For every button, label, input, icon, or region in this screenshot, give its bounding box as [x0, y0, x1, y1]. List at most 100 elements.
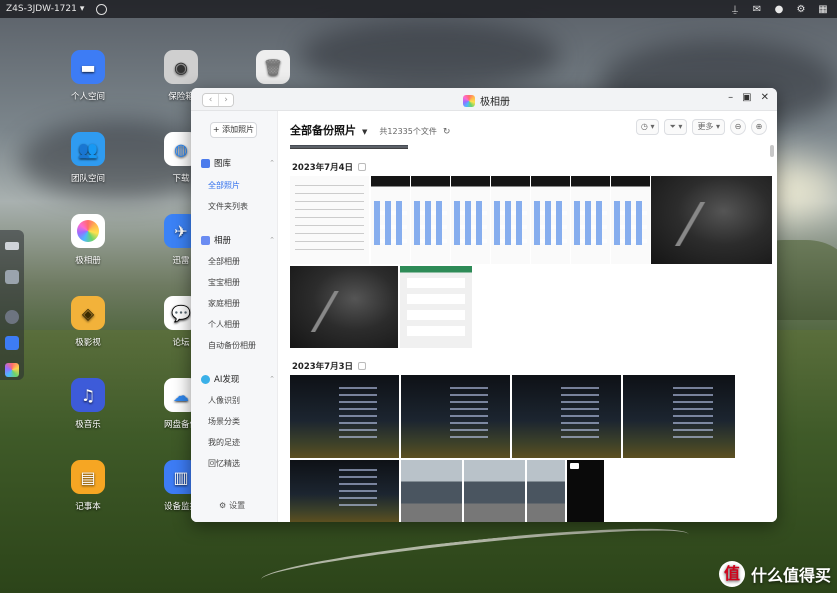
sidebar-item-folder-list[interactable]: 文件夹列表: [208, 201, 248, 212]
file-count: 共12335个文件: [379, 127, 437, 136]
notes-icon: ▤: [71, 460, 105, 494]
sidebar-item-memories[interactable]: 回忆精选: [208, 458, 240, 469]
team-folder-icon: 👥: [71, 132, 105, 166]
photo-thumbnail[interactable]: [411, 176, 450, 264]
sidebar-item-personal-album[interactable]: 个人相册: [208, 319, 240, 330]
photo-thumbnail[interactable]: [623, 375, 735, 458]
sidebar-section-label: 相册: [214, 236, 232, 246]
desktop-icon-label: 极相册: [75, 256, 101, 266]
trash-icon: 🗑: [256, 50, 290, 84]
folder-icon: ▬: [71, 50, 105, 84]
nav-buttons: ‹ ›: [202, 93, 234, 107]
desktop-icon-team-space[interactable]: 👥 团队空间: [58, 132, 118, 184]
filter-button[interactable]: ⏷ ▾: [664, 119, 688, 135]
sidebar-item-baby-album[interactable]: 宝宝相册: [208, 277, 240, 288]
apps-icon[interactable]: [5, 270, 19, 284]
desktop-icon-label: 记事本: [75, 502, 101, 512]
device-selector[interactable]: Z4S-3JDW-1721 ▾: [6, 4, 84, 14]
photo-thumbnail[interactable]: [290, 176, 369, 264]
video-icon: ◈: [71, 296, 105, 330]
sidebar-item-family-album[interactable]: 家庭相册: [208, 298, 240, 309]
back-icon[interactable]: ‹: [203, 94, 218, 106]
zoom-out-button[interactable]: ⊖: [730, 119, 746, 135]
sidebar-section-albums[interactable]: 相册 ⌃: [201, 234, 275, 246]
video-thumbnail[interactable]: [567, 460, 604, 522]
desktop-icon-trash[interactable]: 🗑: [243, 50, 303, 90]
folder-icon[interactable]: [5, 336, 19, 350]
photos-icon: [71, 214, 105, 248]
desktop-icon-personal-space[interactable]: ▬ 个人空间: [58, 50, 118, 102]
clock-icon: ◷ ▾: [640, 122, 655, 131]
photo-thumbnail[interactable]: [531, 176, 570, 264]
safe-icon: ◉: [164, 50, 198, 84]
photos-logo-icon: [463, 94, 475, 107]
photo-thumbnail[interactable]: [290, 375, 399, 458]
minimize-icon[interactable]: –: [728, 92, 733, 103]
left-dock: [0, 230, 24, 380]
photo-thumbnail[interactable]: [571, 176, 610, 264]
photo-thumbnail[interactable]: [527, 460, 565, 522]
scrollbar-thumb[interactable]: [770, 145, 774, 157]
desktop-icon-video[interactable]: ◈ 极影视: [58, 296, 118, 348]
smzdm-logo-icon: 值: [718, 561, 745, 587]
chevron-down-icon[interactable]: ▼: [362, 128, 367, 136]
zoom-in-icon: ⊕: [755, 122, 763, 131]
desktop-icon-music[interactable]: ♫ 极音乐: [58, 378, 118, 430]
drive-icon[interactable]: [5, 242, 19, 250]
add-photos-button[interactable]: + 添加照片: [210, 122, 257, 138]
photo-thumbnail[interactable]: [651, 176, 772, 264]
desktop-icon-notes[interactable]: ▤ 记事本: [58, 460, 118, 512]
photo-thumbnail[interactable]: [371, 176, 410, 264]
zoom-in-button[interactable]: ⊕: [751, 119, 767, 135]
select-group-checkbox[interactable]: [358, 362, 366, 370]
device-name: Z4S-3JDW-1721: [6, 4, 77, 14]
system-topbar: Z4S-3JDW-1721 ▾ ⍊ ✉ ● ⚙ ▦: [0, 0, 837, 18]
photo-thumbnail[interactable]: [290, 145, 408, 149]
chevron-up-icon: ⌃: [269, 159, 275, 167]
forward-icon[interactable]: ›: [218, 94, 233, 106]
more-button[interactable]: 更多 ▾: [692, 119, 725, 135]
settings-button[interactable]: ⚙ 设置: [219, 500, 245, 511]
pin-icon[interactable]: ⍊: [729, 4, 741, 15]
photo-thumbnail[interactable]: [290, 460, 399, 522]
sidebar-section-library[interactable]: 图库 ⌃: [201, 157, 275, 169]
photo-thumbnail[interactable]: [512, 375, 621, 458]
select-group-checkbox[interactable]: [358, 163, 366, 171]
gear-icon[interactable]: ⚙: [795, 4, 807, 15]
ai-icon: [201, 374, 210, 384]
refresh-icon[interactable]: ↻: [443, 127, 451, 137]
photo-thumbnail[interactable]: [451, 176, 490, 264]
mail-icon[interactable]: ✉: [751, 4, 763, 15]
sidebar-item-face-recognition[interactable]: 人像识别: [208, 395, 240, 406]
photo-thumbnail[interactable]: [401, 460, 462, 522]
sidebar-item-auto-backup-album[interactable]: 自动备份相册: [208, 340, 256, 351]
chevron-down-icon: ▾: [79, 4, 85, 14]
photo-thumbnail[interactable]: [290, 266, 398, 348]
date-group-label: 2023年7月3日: [292, 362, 353, 372]
sidebar-item-all-photos[interactable]: 全部照片: [208, 180, 240, 191]
sidebar-item-my-footprint[interactable]: 我的足迹: [208, 437, 240, 448]
photos-icon[interactable]: [5, 363, 19, 377]
time-sort-button[interactable]: ◷ ▾: [635, 119, 660, 135]
sidebar-section-ai[interactable]: AI发现 ⌃: [201, 373, 275, 385]
photo-thumbnail[interactable]: [464, 460, 525, 522]
window-title-text: 极相册: [480, 97, 510, 108]
safe-icon[interactable]: [5, 310, 19, 324]
sidebar-item-all-albums[interactable]: 全部相册: [208, 256, 240, 267]
window-title: 极相册: [463, 93, 510, 108]
page-title[interactable]: 全部备份照片: [290, 122, 356, 138]
maximize-icon[interactable]: ▣: [742, 92, 751, 103]
sidebar-item-scene-classification[interactable]: 场景分类: [208, 416, 240, 427]
photo-thumbnail[interactable]: [491, 176, 530, 264]
grid-icon[interactable]: ▦: [817, 4, 829, 15]
user-icon[interactable]: ●: [773, 4, 785, 15]
content-header: 全部备份照片 ▼ 共12335个文件 ↻: [290, 122, 450, 138]
desktop-icon-label: 团队空间: [70, 174, 105, 184]
globe-icon[interactable]: [96, 3, 108, 15]
photo-thumbnail[interactable]: [401, 375, 510, 458]
close-icon[interactable]: ✕: [761, 92, 769, 103]
photo-thumbnail[interactable]: [400, 266, 472, 348]
photo-thumbnail[interactable]: [611, 176, 650, 264]
window-titlebar: ‹ › 极相册 – ▣ ✕: [191, 88, 777, 111]
desktop-icon-photos[interactable]: 极相册: [58, 214, 118, 266]
